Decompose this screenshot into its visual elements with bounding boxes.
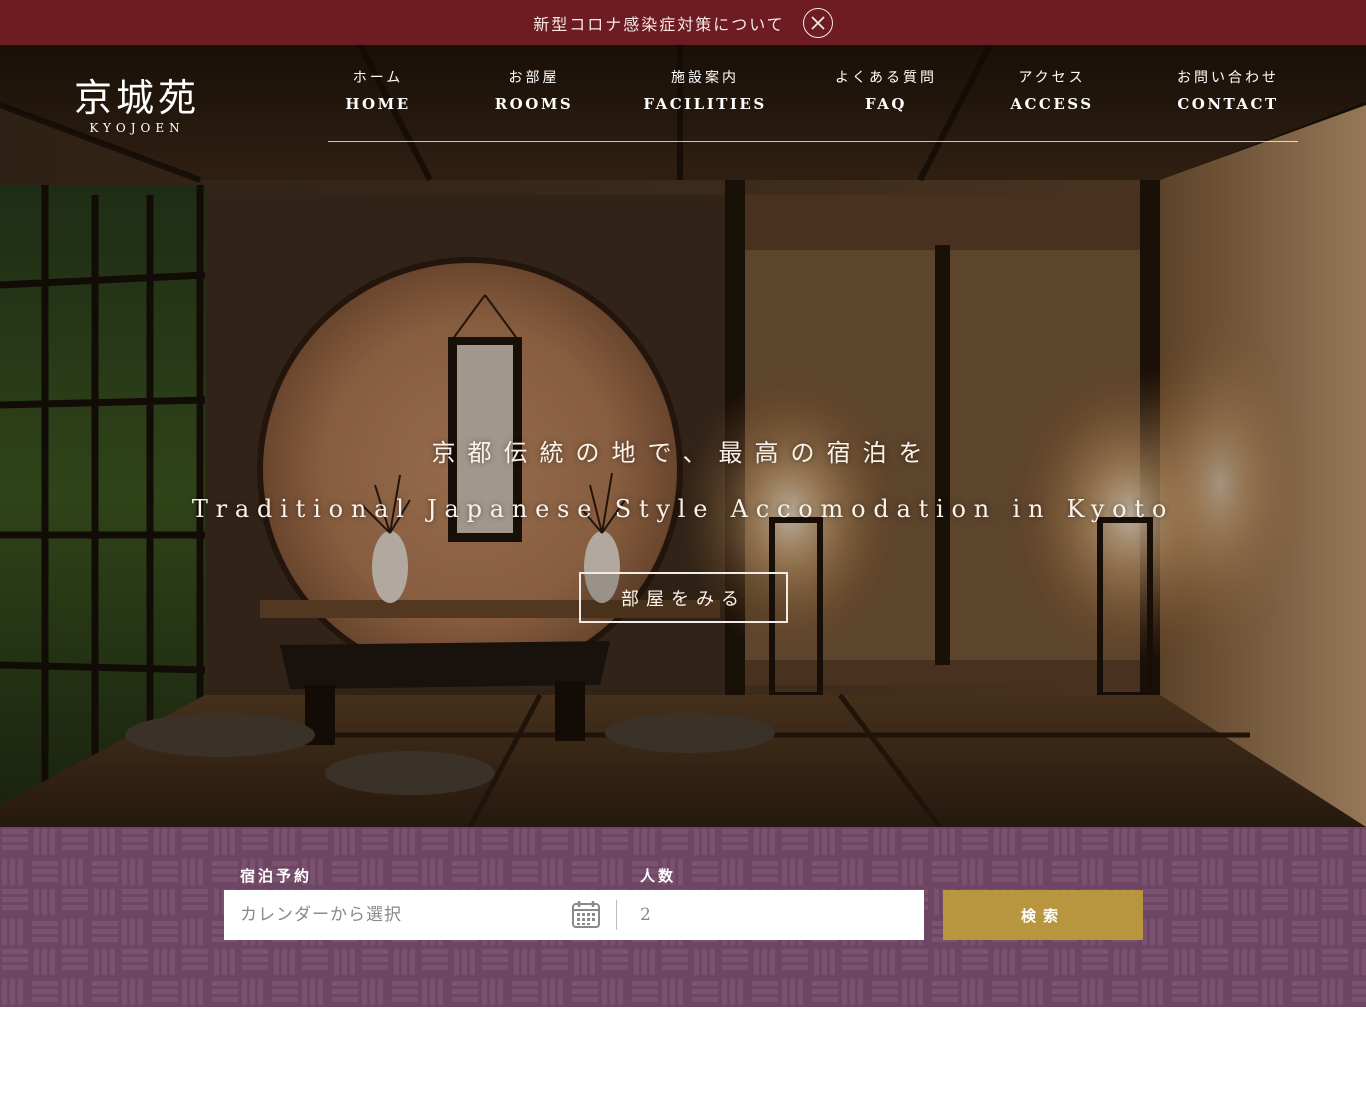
calendar-icon[interactable] [571,899,601,929]
notice-bar: 新型コロナ感染症対策について [0,0,1366,45]
site-logo[interactable]: 京城苑 KYOJOEN [72,75,202,135]
nav-label-jp: 施設案内 [671,70,739,86]
hero-section: 京城苑 KYOJOEN ホーム HOME お部屋 ROOMS 施設案内 FACI… [0,45,1366,827]
nav-item-access[interactable]: アクセス ACCESS [1002,67,1102,141]
nav-label-en: ROOMS [494,95,574,113]
nav-label-jp: お問い合わせ [1177,70,1279,86]
search-button[interactable]: 検索 [943,890,1143,940]
nav-label-en: FAQ [865,95,907,113]
guests-input[interactable] [624,890,924,940]
stay-label: 宿泊予約 [240,867,313,885]
nav-label-jp: アクセス [1018,70,1086,86]
logo-kanji: 京城苑 [73,76,200,120]
nav-item-facilities[interactable]: 施設案内 FACILITIES [640,67,770,141]
logo-roman: KYOJOEN [89,121,185,135]
nav-item-faq[interactable]: よくある質問 FAQ [826,67,946,141]
close-icon[interactable] [802,7,833,38]
nav-label-jp: よくある質問 [835,70,937,86]
nav-label-jp: ホーム [352,70,404,86]
nav-item-home[interactable]: ホーム HOME [328,67,428,141]
nav-label-en: HOME [345,95,411,113]
nav-label-en: CONTACT [1177,95,1279,113]
view-rooms-button[interactable]: 部屋をみる [579,572,788,623]
nav-label-jp: お部屋 [508,70,560,86]
nav-item-rooms[interactable]: お部屋 ROOMS [484,67,584,141]
booking-fields [224,890,924,940]
date-input[interactable] [224,890,564,940]
hero-tagline-en: Traditional Japanese Style Accomodation … [191,495,1175,523]
nav-item-contact[interactable]: お問い合わせ CONTACT [1158,67,1298,141]
notice-link[interactable]: 新型コロナ感染症対策について [533,11,785,35]
booking-section: 宿泊予約 人数 検索 [0,827,1366,1007]
field-divider [616,900,617,930]
main-nav: ホーム HOME お部屋 ROOMS 施設案内 FACILITIES よくある質… [328,67,1298,142]
nav-label-en: FACILITIES [643,95,767,113]
hero-tagline-jp: 京都伝統の地で、最高の宿泊を [431,439,935,467]
guests-label: 人数 [640,867,677,885]
nav-label-en: ACCESS [1010,95,1094,113]
